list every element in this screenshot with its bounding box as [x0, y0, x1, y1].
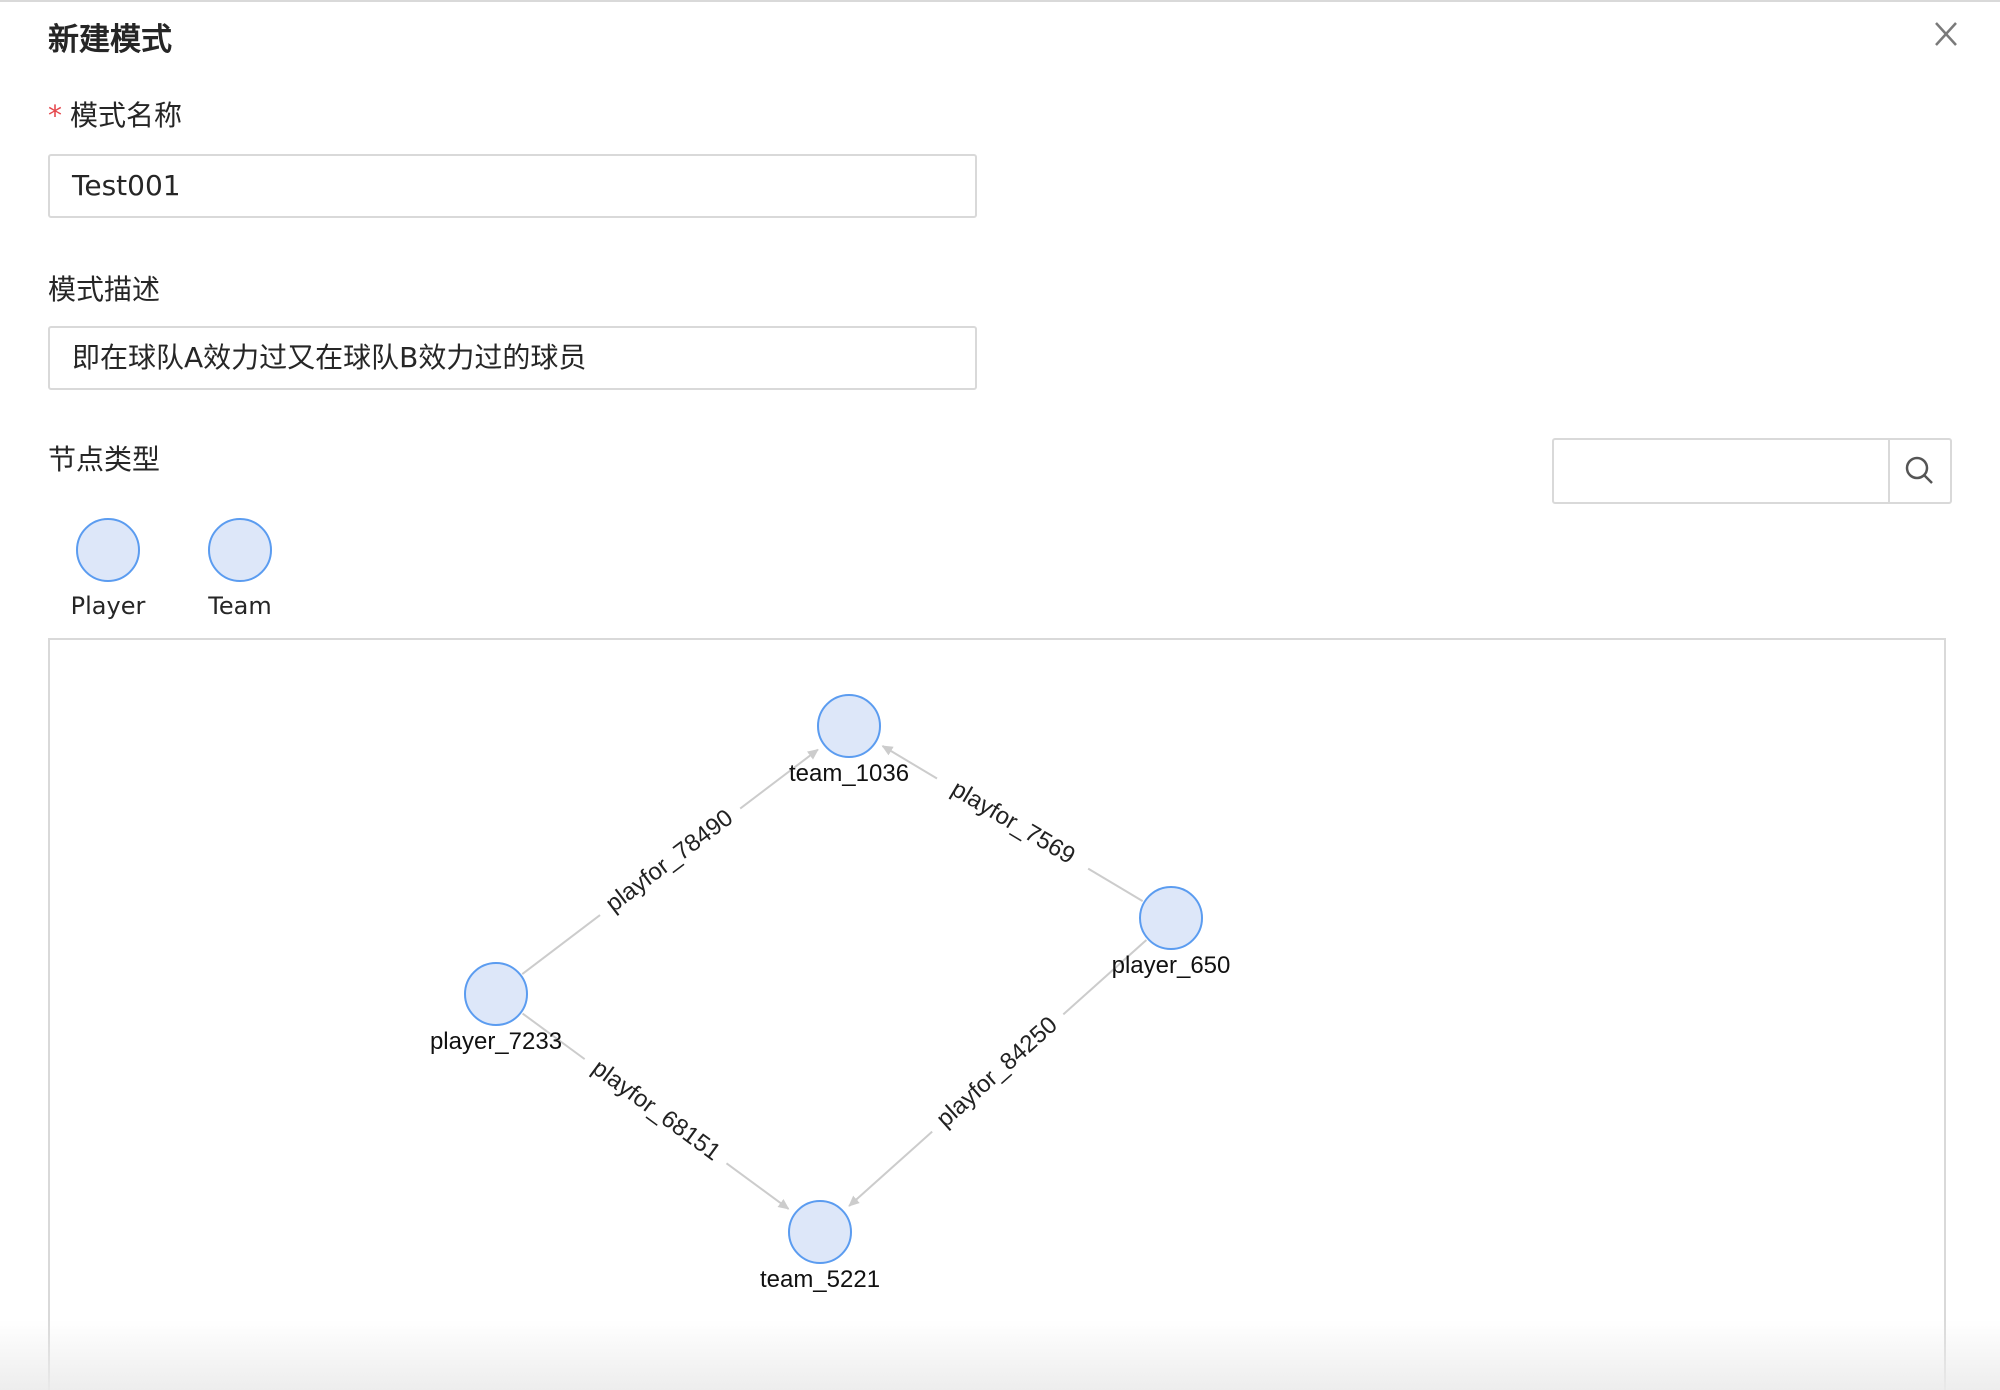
- edge-arrow[interactable]: [848, 1130, 933, 1207]
- graph-node-label: player_650: [1112, 952, 1231, 979]
- edge-label: playfor_68151: [587, 1054, 726, 1166]
- graph-node-label: team_5221: [760, 1266, 880, 1293]
- edge-label: playfor_7569: [947, 775, 1080, 869]
- graph-node[interactable]: [817, 694, 881, 758]
- edge-label: playfor_78490: [601, 804, 738, 917]
- graph-node[interactable]: [464, 962, 528, 1026]
- edge-line[interactable]: [1087, 867, 1144, 902]
- pattern-graph: playfor_78490 playfor_7569 playfor_68151 pl…: [430, 694, 1231, 1293]
- edge-arrow[interactable]: [725, 1162, 790, 1210]
- graph-node-label: team_1036: [789, 760, 909, 787]
- edge-line[interactable]: [521, 914, 601, 975]
- graph-node-label: player_7233: [430, 1028, 562, 1055]
- edge-label: playfor_84250: [931, 1011, 1062, 1133]
- graph-node[interactable]: [788, 1200, 852, 1264]
- graph-node[interactable]: [1139, 886, 1203, 950]
